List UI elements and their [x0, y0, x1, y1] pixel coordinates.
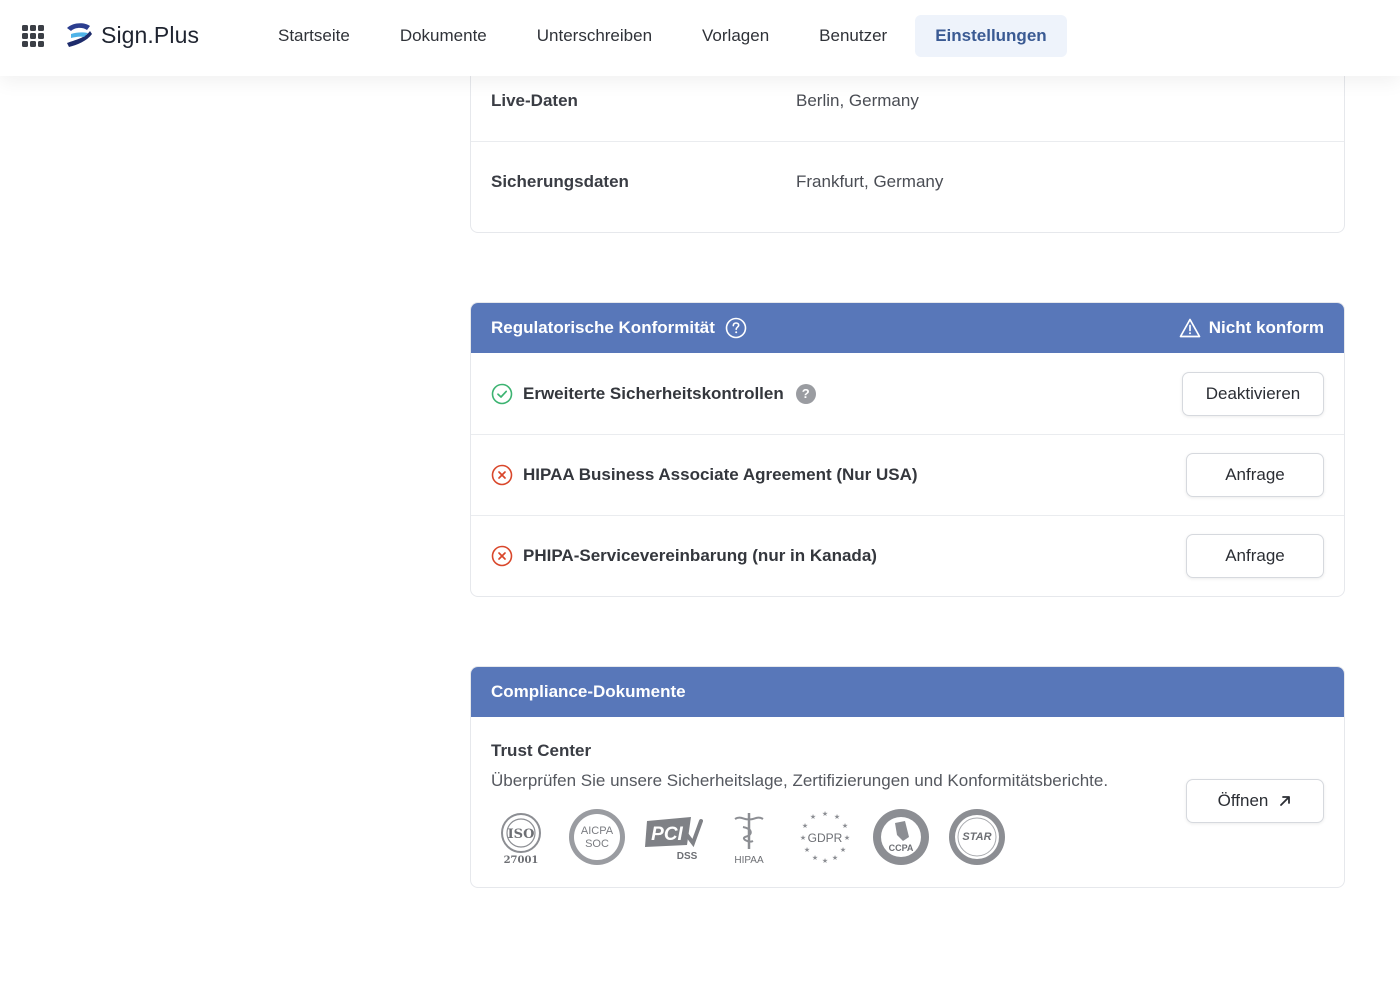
- svg-text:PCI: PCI: [651, 824, 683, 845]
- help-icon[interactable]: ?: [795, 383, 816, 404]
- brand-logo[interactable]: Sign.Plus: [63, 20, 199, 50]
- regulatory-item-label: Erweiterte Sicherheitskontrollen: [523, 383, 784, 403]
- location-label: Sicherungsdaten: [491, 172, 629, 191]
- svg-text:★: ★: [800, 834, 806, 842]
- svg-text:★: ★: [842, 822, 848, 830]
- svg-text:★: ★: [822, 810, 828, 818]
- svg-text:★: ★: [812, 854, 818, 862]
- warning-triangle-icon: [1179, 318, 1201, 338]
- location-value: Frankfurt, Germany: [796, 172, 944, 191]
- svg-text:★: ★: [840, 846, 846, 854]
- request-phipa-button[interactable]: Anfrage: [1186, 534, 1324, 578]
- top-navigation-bar: Sign.Plus Startseite Dokumente Unterschr…: [0, 0, 1400, 76]
- regulatory-title: Regulatorische Konformität: [491, 318, 715, 337]
- regulatory-item-label: PHIPA-Servicevereinbarung (nur in Kanada…: [523, 546, 877, 565]
- location-value: Berlin, Germany: [796, 90, 919, 110]
- list-item: HIPAA Business Associate Agreement (Nur …: [471, 434, 1344, 515]
- svg-text:CCPA: CCPA: [889, 843, 914, 853]
- svg-text:★: ★: [844, 834, 850, 842]
- star-badge: STAR: [949, 809, 1005, 865]
- compliance-status: Nicht konform: [1208, 318, 1324, 337]
- trust-center-title: Trust Center: [491, 741, 592, 760]
- svg-text:★: ★: [810, 813, 816, 821]
- pci-dss-badge: PCI DSS: [645, 817, 703, 862]
- svg-text:SOC: SOC: [585, 838, 609, 850]
- svg-text:AICPA: AICPA: [581, 825, 614, 837]
- list-item: Erweiterte Sicherheitskontrollen ? Deakt…: [471, 353, 1344, 434]
- aicpa-soc-badge: AICPA SOC: [569, 809, 625, 865]
- regulatory-header: Regulatorische Konformität Nicht konform: [471, 303, 1344, 353]
- check-circle-icon: [491, 383, 513, 404]
- regulatory-compliance-card: Regulatorische Konformität Nicht konform…: [470, 302, 1345, 597]
- location-label: Live-Daten: [491, 90, 578, 110]
- nav-item-benutzer[interactable]: Benutzer: [794, 15, 912, 57]
- table-row: Sicherungsdaten Frankfurt, Germany: [471, 141, 1344, 222]
- hipaa-badge: HIPAA: [734, 813, 764, 866]
- svg-text:GDPR: GDPR: [808, 831, 843, 845]
- nav-item-unterschreiben[interactable]: Unterschreiben: [512, 15, 677, 57]
- open-button-label: Öffnen: [1217, 791, 1269, 810]
- help-circle-icon[interactable]: [725, 317, 747, 339]
- main-nav: Startseite Dokumente Unterschreiben Vorl…: [253, 15, 1067, 57]
- ccpa-badge: CCPA: [873, 809, 929, 865]
- nav-item-startseite[interactable]: Startseite: [253, 15, 375, 57]
- svg-text:★: ★: [822, 857, 828, 865]
- sign-plus-logo-icon: [67, 23, 92, 47]
- svg-text:★: ★: [834, 813, 840, 821]
- gdpr-badge: ★ ★★★ ★★★★ ★★★★ GDPR: [800, 810, 850, 865]
- compliance-documents-title: Compliance-Dokumente: [491, 682, 686, 701]
- nav-item-dokumente[interactable]: Dokumente: [375, 15, 512, 57]
- deactivate-button[interactable]: Deaktivieren: [1182, 371, 1324, 416]
- x-circle-icon: [491, 545, 513, 567]
- x-circle-icon: [491, 464, 513, 486]
- compliance-documents-header: Compliance-Dokumente: [471, 667, 1344, 717]
- regulatory-item-label: HIPAA Business Associate Agreement (Nur …: [523, 465, 918, 484]
- svg-text:ISO: ISO: [508, 827, 535, 842]
- nav-item-einstellungen[interactable]: Einstellungen: [915, 15, 1067, 57]
- iso-27001-badge: ISO 27001: [501, 813, 541, 866]
- request-hipaa-button[interactable]: Anfrage: [1186, 453, 1324, 497]
- open-trust-center-button[interactable]: Öffnen: [1186, 779, 1324, 823]
- svg-text:27001: 27001: [504, 855, 539, 866]
- svg-text:★: ★: [802, 822, 808, 830]
- data-location-card: Live-Daten Berlin, Germany Sicherungsdat…: [470, 60, 1345, 233]
- brand-name: Sign.Plus: [101, 21, 200, 48]
- svg-text:★: ★: [804, 846, 810, 854]
- compliance-documents-card: Compliance-Dokumente Trust Center Überpr…: [470, 666, 1345, 888]
- list-item: PHIPA-Servicevereinbarung (nur in Kanada…: [471, 515, 1344, 596]
- external-link-arrow-icon: [1280, 796, 1291, 806]
- svg-text:DSS: DSS: [677, 851, 698, 862]
- nav-item-vorlagen[interactable]: Vorlagen: [677, 15, 794, 57]
- svg-text:★: ★: [832, 854, 838, 862]
- apps-grid-icon[interactable]: [22, 25, 44, 47]
- svg-text:HIPAA: HIPAA: [734, 855, 764, 866]
- svg-text:STAR: STAR: [962, 831, 991, 843]
